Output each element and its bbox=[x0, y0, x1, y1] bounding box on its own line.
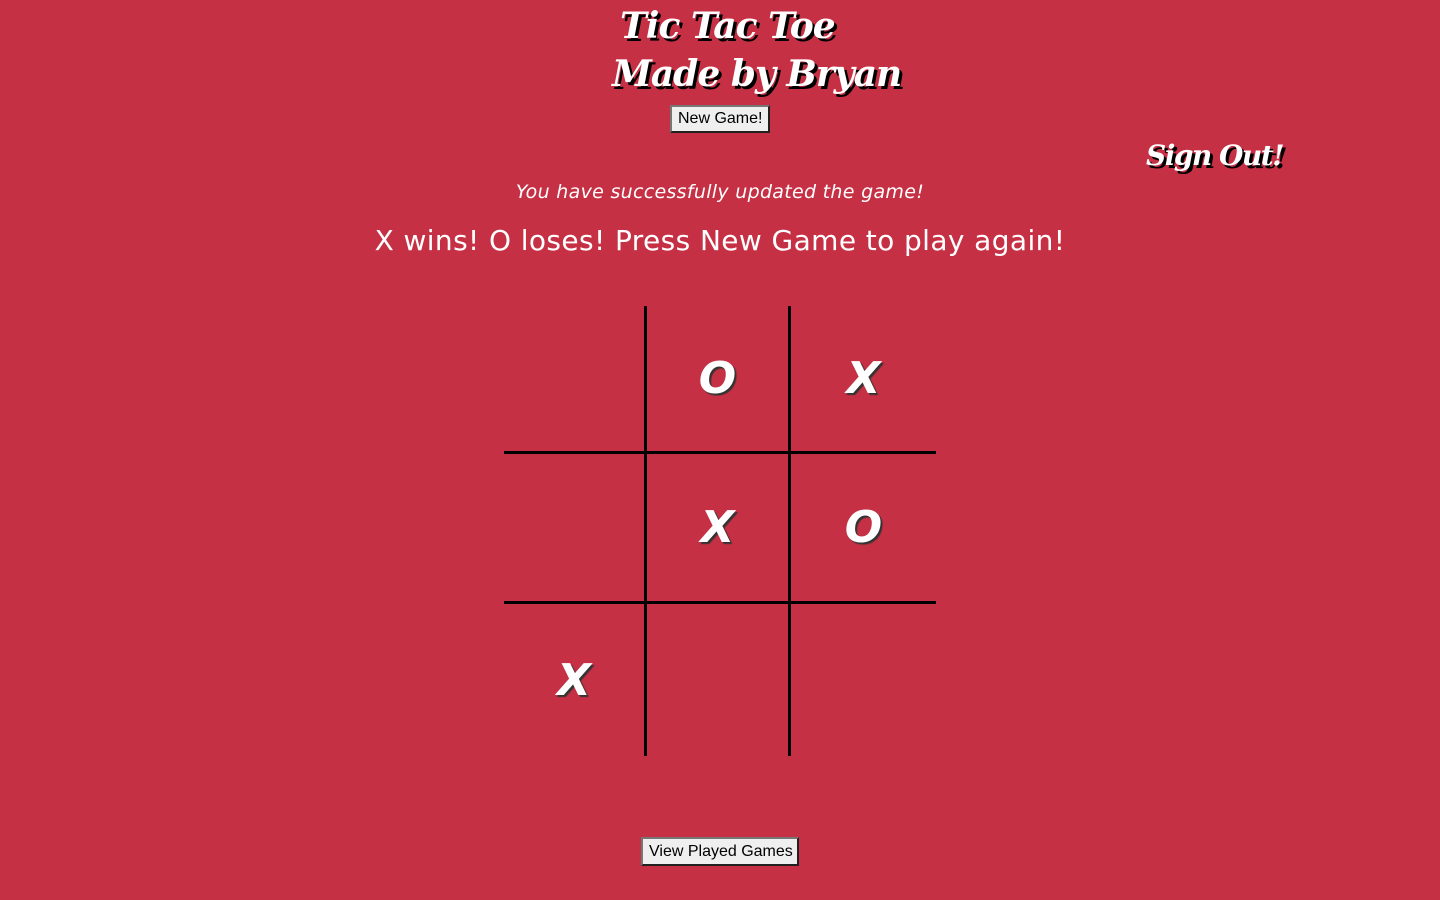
game-board: O X X O X bbox=[504, 306, 936, 756]
sign-out-link[interactable]: Sign Out! bbox=[1146, 136, 1285, 176]
board-cell-7[interactable] bbox=[647, 604, 791, 756]
board-cell-1[interactable]: O bbox=[647, 306, 791, 454]
page-title: Tic Tac Toe bbox=[620, 5, 836, 47]
board-cell-4[interactable]: X bbox=[647, 454, 791, 604]
game-result-message: X wins! O loses! Press New Game to play … bbox=[374, 224, 1066, 257]
page-subtitle: Made by Bryan bbox=[612, 53, 902, 95]
board-cell-5[interactable]: O bbox=[791, 454, 936, 604]
board-cell-6[interactable]: X bbox=[504, 604, 647, 756]
new-game-button[interactable]: New Game! bbox=[670, 105, 770, 133]
board-cell-0[interactable] bbox=[504, 306, 647, 454]
board-cell-3[interactable] bbox=[504, 454, 647, 604]
board-cell-8[interactable] bbox=[791, 604, 936, 756]
update-status-message: You have successfully updated the game! bbox=[515, 181, 925, 203]
board-cell-2[interactable]: X bbox=[791, 306, 936, 454]
view-played-games-button[interactable]: View Played Games bbox=[641, 837, 799, 866]
